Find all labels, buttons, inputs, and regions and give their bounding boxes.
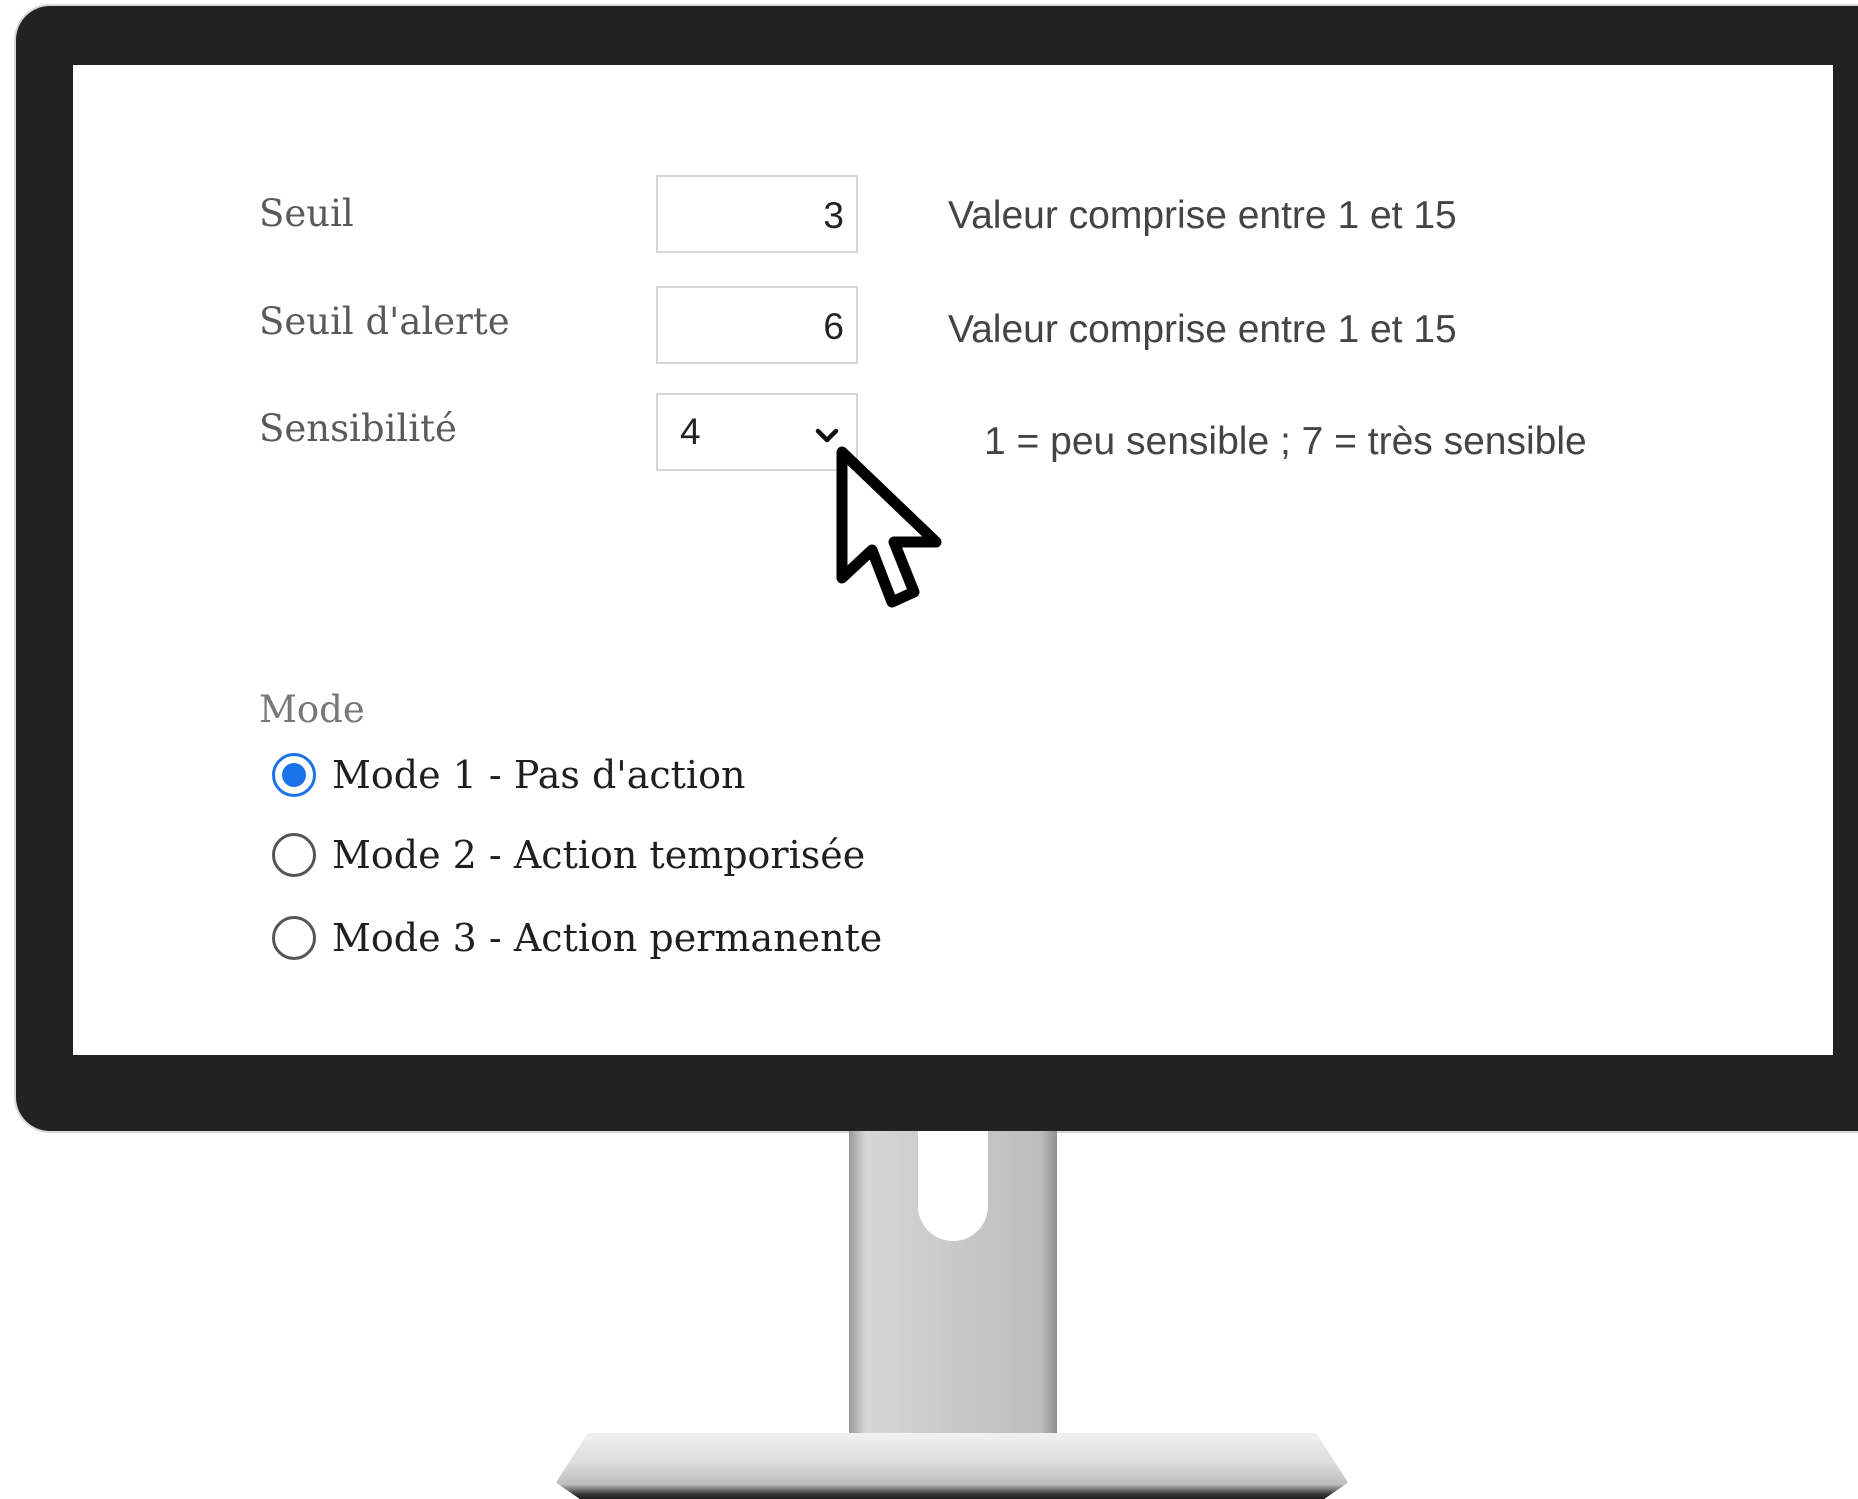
- mouse-pointer-icon: [836, 446, 956, 621]
- mode-option-2[interactable]: Mode 2 - Action temporisée: [272, 832, 865, 878]
- mode-option-1-label: Mode 1 - Pas d'action: [332, 753, 746, 797]
- monitor-stand-slot: [918, 1131, 988, 1241]
- mode-option-3[interactable]: Mode 3 - Action permanente: [272, 915, 882, 961]
- sensibilite-selected-value: 4: [680, 411, 701, 452]
- seuil-label: Seuil: [259, 192, 354, 235]
- mode-option-3-label: Mode 3 - Action permanente: [332, 916, 883, 960]
- sensibilite-select[interactable]: 4: [656, 393, 858, 471]
- seuil-alerte-input[interactable]: 6: [656, 286, 858, 364]
- sensibilite-hint: 1 = peu sensible ; 7 = très sensible: [984, 420, 1587, 463]
- mode-title: Mode: [259, 688, 365, 731]
- mode-option-1[interactable]: Mode 1 - Pas d'action: [272, 752, 745, 798]
- mode-option-2-label: Mode 2 - Action temporisée: [332, 833, 866, 877]
- monitor-stand-base: [556, 1433, 1348, 1499]
- seuil-alerte-label: Seuil d'alerte: [259, 300, 510, 343]
- seuil-input[interactable]: 3: [656, 175, 858, 253]
- sensibilite-label: Sensibilité: [259, 407, 457, 450]
- seuil-hint: Valeur comprise entre 1 et 15: [948, 194, 1457, 237]
- seuil-alerte-hint: Valeur comprise entre 1 et 15: [948, 308, 1457, 351]
- radio-mode-2[interactable]: [272, 833, 316, 877]
- monitor-frame: Seuil 3 Valeur comprise entre 1 et 15 Se…: [0, 0, 1858, 1499]
- radio-mode-3[interactable]: [272, 916, 316, 960]
- radio-mode-1[interactable]: [272, 753, 316, 797]
